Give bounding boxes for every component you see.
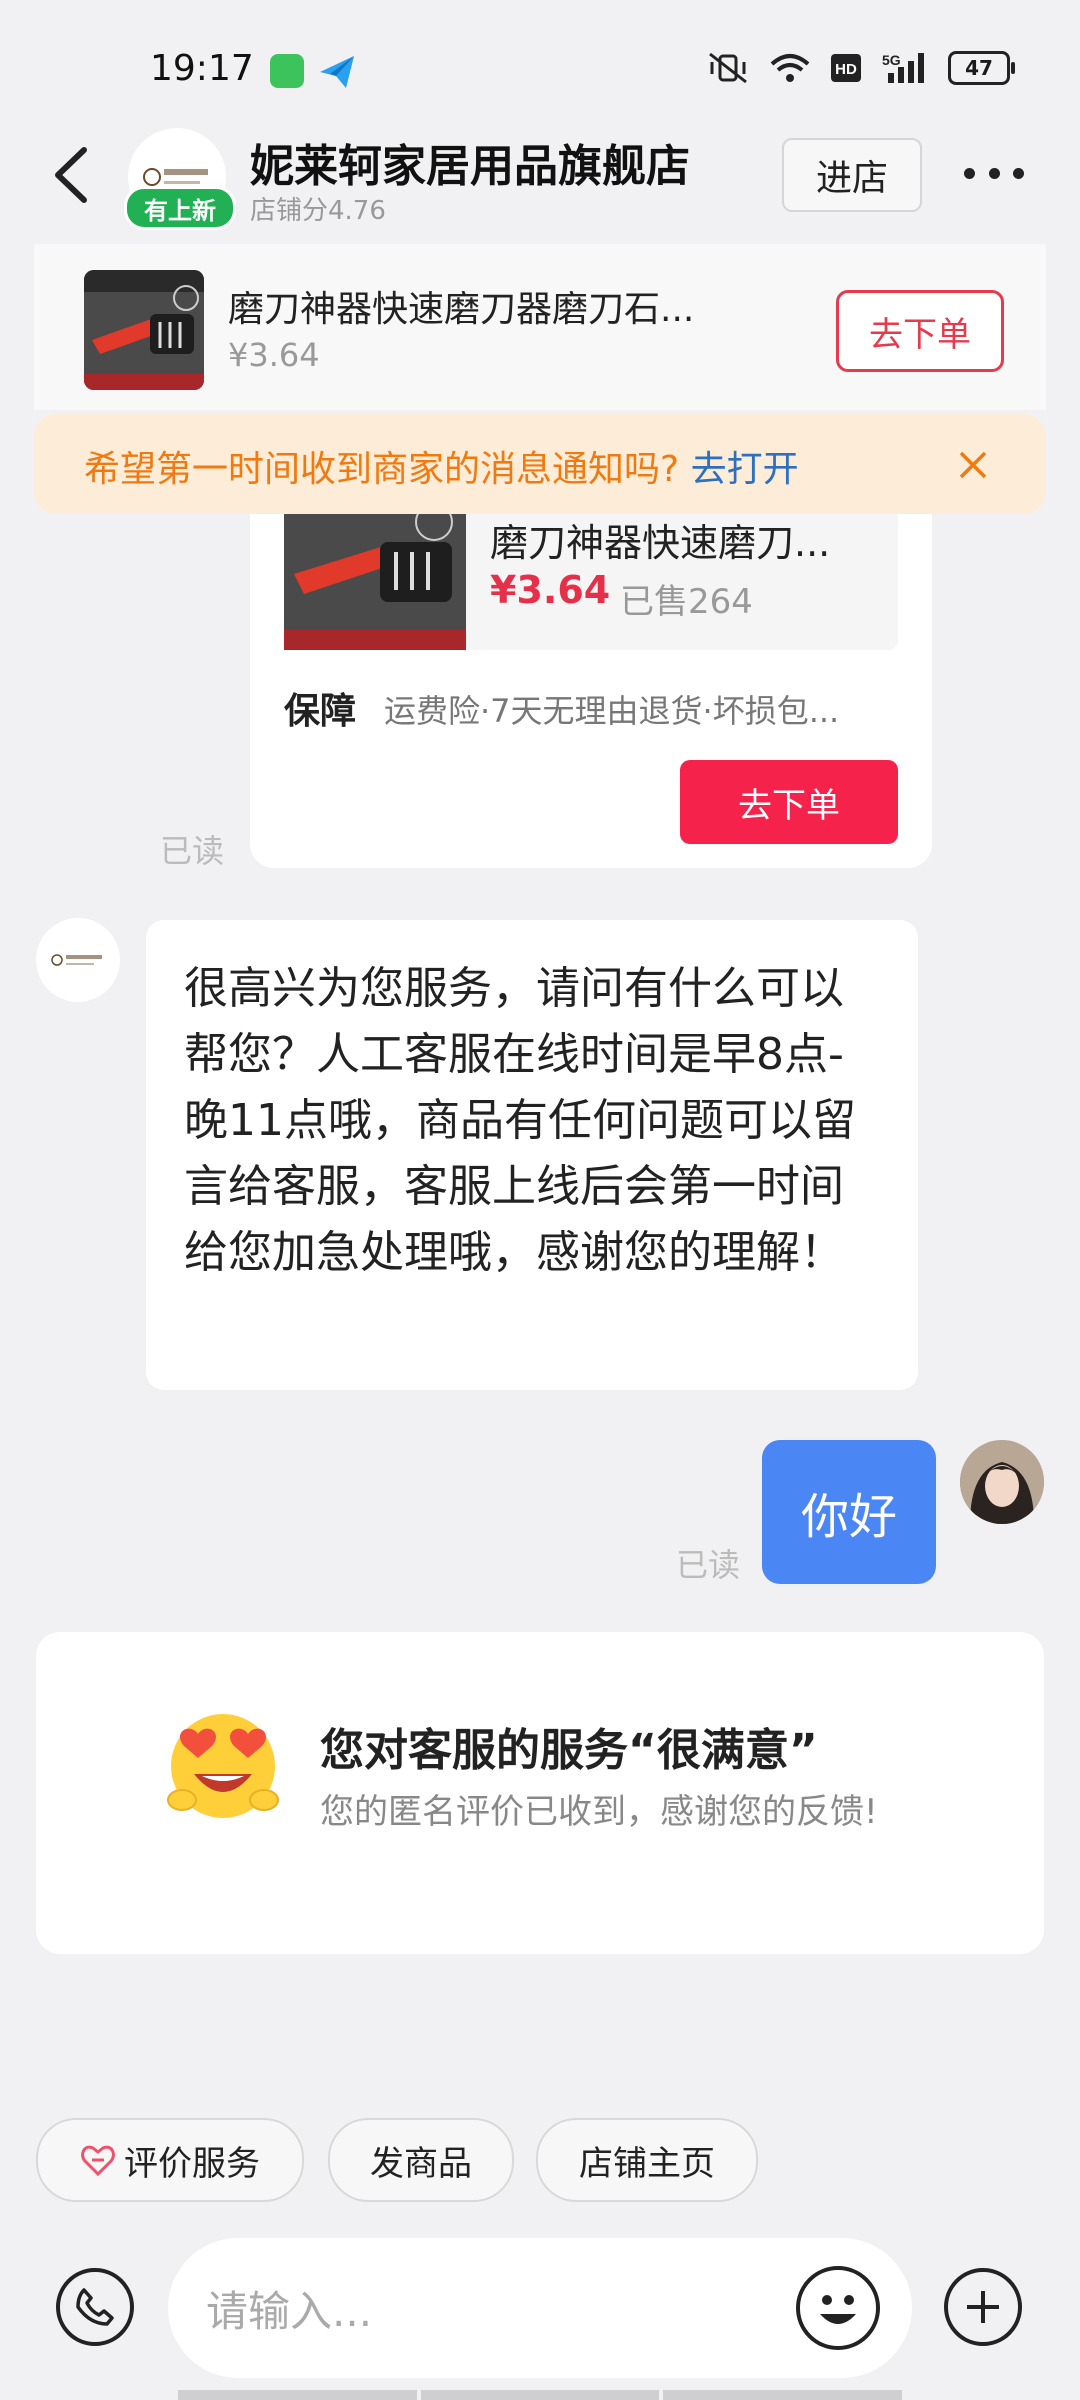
rate-service-label: 评价服务	[124, 2143, 260, 2184]
status-time: 19:17	[150, 48, 254, 89]
gesture-nav-bar	[178, 2390, 903, 2400]
user-photo	[960, 1440, 1044, 1524]
shop-name[interactable]: 妮莱轲家居用品旗舰店	[250, 130, 690, 194]
emoji-button[interactable]	[796, 2266, 880, 2350]
enable-notifications-link[interactable]: 去打开	[691, 449, 799, 490]
wifi-icon	[770, 54, 810, 82]
battery-indicator: 47	[948, 51, 1015, 85]
satisfaction-subtitle: 您的匿名评价已收到，感谢您的反馈!	[320, 1792, 878, 1832]
5g-signal-icon: 5G	[882, 52, 924, 83]
satisfaction-title: 您对客服的服务“很满意”	[320, 1725, 818, 1776]
mute-vibrate-icon	[709, 52, 747, 84]
status-bar: 19:17 HD 5G 47	[0, 0, 1080, 130]
chevron-left-icon	[55, 147, 87, 203]
send-product-chip[interactable]: 发商品	[328, 2118, 514, 2202]
voice-call-button[interactable]	[56, 2268, 134, 2346]
dot	[988, 167, 1000, 179]
shop-score: 店铺分4.76	[250, 196, 386, 226]
dot	[1013, 167, 1024, 179]
shop-logo-icon	[51, 954, 102, 966]
product-card-title: 磨刀神器快速磨刀...	[490, 521, 831, 565]
heart-eyes-emoji-icon	[160, 1700, 286, 1826]
enter-shop-button[interactable]: 进店	[782, 138, 922, 212]
shop-homepage-label: 店铺主页	[579, 2143, 715, 2184]
product-price: ¥3.64	[228, 336, 320, 374]
plus-icon	[967, 2291, 999, 2323]
phone-icon	[76, 2288, 114, 2326]
knife-sharpener-image	[84, 270, 204, 390]
notification-message: 希望第一时间收到商家的消息通知吗?	[84, 449, 680, 490]
shop-message-text: 很高兴为您服务，请问有什么可以帮您？人工客服在线时间是早8点-晚11点哦，商品有…	[184, 963, 856, 1278]
card-place-order-button[interactable]: 去下单	[680, 760, 898, 844]
notification-text: 希望第一时间收到商家的消息通知吗? 去打开	[84, 440, 799, 492]
close-banner-button[interactable]	[958, 444, 988, 490]
product-card-thumbnail[interactable]	[284, 504, 466, 650]
hd-icon: HD	[831, 54, 861, 82]
product-card-sold-count: 已售264	[620, 582, 753, 622]
smiley-icon	[820, 2295, 856, 2324]
product-title[interactable]: 磨刀神器快速磨刀器磨刀石...	[228, 280, 694, 332]
read-receipt: 已读	[160, 832, 225, 870]
send-product-label: 发商品	[370, 2143, 472, 2184]
user-avatar[interactable]	[960, 1440, 1044, 1524]
svg-text:HD: HD	[835, 61, 857, 78]
app-notification-icon	[270, 54, 304, 88]
new-arrivals-badge: 有上新	[124, 186, 236, 230]
user-message-bubble: 你好	[762, 1440, 936, 1584]
close-icon	[959, 451, 987, 479]
place-order-button[interactable]: 去下单	[836, 290, 1004, 372]
more-actions-button[interactable]	[944, 2268, 1022, 2346]
more-options-button[interactable]	[964, 158, 1024, 188]
guarantee-logo: 保障	[284, 691, 357, 732]
shop-avatar-small[interactable]	[36, 918, 120, 1002]
dot	[964, 167, 975, 179]
read-receipt: 已读	[676, 1546, 741, 1584]
heart-icon	[81, 2145, 115, 2177]
guarantee-text[interactable]: 运费险·7天无理由退货·坏损包...	[384, 686, 839, 732]
back-button[interactable]	[40, 140, 110, 210]
nav-segment	[178, 2390, 417, 2400]
status-icons: HD 5G 47	[706, 48, 1015, 88]
knife-sharpener-image	[284, 504, 466, 650]
rate-service-chip[interactable]: 评价服务	[36, 2118, 304, 2202]
product-card-price: ¥3.64	[490, 568, 611, 612]
product-thumbnail[interactable]	[84, 270, 204, 390]
nav-segment	[663, 2390, 903, 2400]
message-input-placeholder: 请输入...	[206, 2287, 373, 2336]
nav-segment	[420, 2390, 660, 2400]
shop-homepage-chip[interactable]: 店铺主页	[536, 2118, 758, 2202]
svg-text:5G: 5G	[882, 52, 901, 68]
send-icon	[318, 54, 358, 94]
